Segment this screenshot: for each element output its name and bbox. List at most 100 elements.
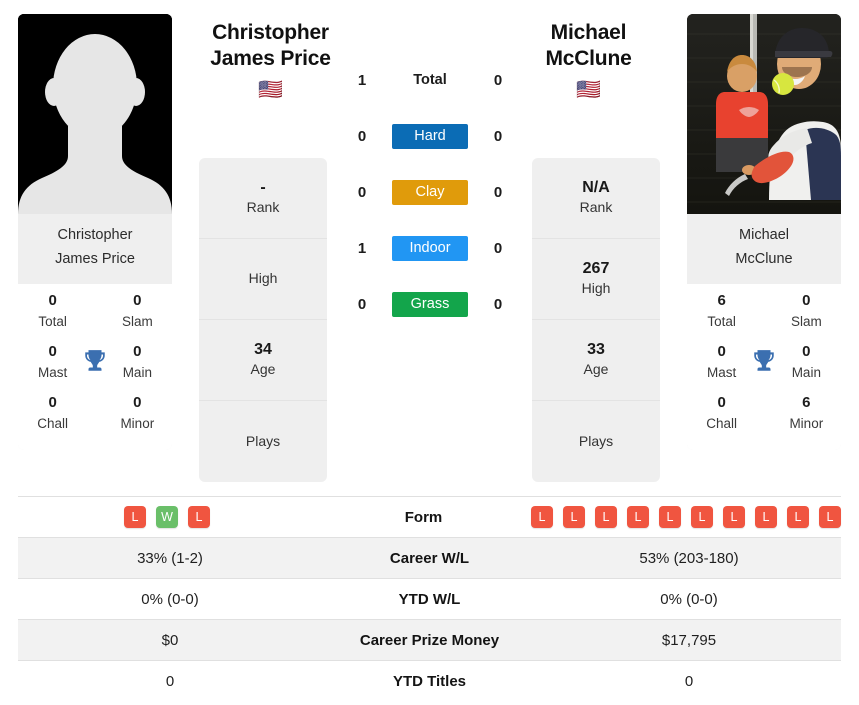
h2h-left-value: 1 bbox=[357, 71, 367, 89]
stats-value-left: $0 bbox=[161, 631, 179, 649]
title-label: Total bbox=[38, 313, 67, 329]
title-stat-main-right: 0 Main bbox=[780, 341, 833, 382]
titles-row: 0 Chall 0 Minor bbox=[18, 388, 172, 439]
h2h-right-value: 0 bbox=[493, 295, 503, 313]
comparison-header: Christopher James Price 0 Total 0 Slam 0… bbox=[0, 0, 859, 490]
h2h-surface-label-total: Total bbox=[413, 71, 447, 88]
title-value: 0 bbox=[133, 394, 142, 412]
player-name-line2-left: James Price bbox=[210, 46, 331, 70]
country-flag-icon-left: 🇺🇸 bbox=[258, 79, 283, 102]
player-card-right[interactable]: Michael McClune 6 Total 0 Slam 0 Mast 0 … bbox=[687, 14, 841, 450]
stats-value-right: $17,795 bbox=[661, 631, 717, 649]
player-card-left[interactable]: Christopher James Price 0 Total 0 Slam 0… bbox=[18, 14, 172, 450]
stats-value-left: 33% (1-2) bbox=[137, 549, 203, 567]
form-badge-win: W bbox=[156, 506, 178, 528]
stats-row-label: YTD W/L bbox=[398, 590, 461, 608]
stats-row-label: YTD Titles bbox=[392, 673, 467, 690]
stat-label: Age bbox=[250, 361, 276, 378]
stat-label: Age bbox=[583, 361, 609, 378]
title-value: 0 bbox=[717, 343, 726, 361]
h2h-row-grass: 0 Grass 0 bbox=[340, 276, 520, 332]
form-badge-loss: L bbox=[691, 506, 713, 528]
title-value: 0 bbox=[802, 343, 811, 361]
h2h-row-hard: 0 Hard 0 bbox=[340, 108, 520, 164]
player-name-left[interactable]: Christopher James Price bbox=[178, 20, 363, 71]
title-value: 0 bbox=[802, 291, 811, 309]
stat-plays-right: Plays bbox=[532, 401, 660, 482]
title-value: 6 bbox=[717, 291, 726, 309]
title-label: Slam bbox=[790, 313, 822, 329]
title-label: Mast bbox=[38, 364, 68, 380]
stat-age-right: 33 Age bbox=[532, 320, 660, 401]
title-label: Main bbox=[791, 364, 821, 380]
h2h-right-value: 0 bbox=[493, 239, 503, 257]
stat-value: 33 bbox=[587, 341, 605, 359]
h2h-surface-label-indoor: Indoor bbox=[392, 235, 468, 261]
title-stat-minor-left: 0 Minor bbox=[111, 392, 164, 433]
titles-row: 6 Total 0 Slam bbox=[687, 286, 841, 337]
player-name-block-left: Christopher James Price 🇺🇸 bbox=[178, 20, 363, 100]
form-badge-loss: L bbox=[787, 506, 809, 528]
player-name-line1-right: Michael bbox=[550, 21, 627, 44]
player-name-right[interactable]: Michael McClune bbox=[496, 20, 681, 71]
form-badge-loss: L bbox=[563, 506, 585, 528]
h2h-row-total: 1 Total 0 bbox=[340, 52, 520, 108]
form-badge-loss: L bbox=[627, 506, 649, 528]
country-flag-icon-right: 🇺🇸 bbox=[576, 79, 601, 102]
stat-label: High bbox=[248, 270, 278, 287]
title-label: Main bbox=[122, 364, 152, 380]
stat-label: Rank bbox=[579, 199, 613, 216]
h2h-left-value: 0 bbox=[357, 183, 367, 201]
title-stat-mast-right: 0 Mast bbox=[695, 341, 748, 382]
form-badge-loss: L bbox=[188, 506, 210, 528]
title-label: Minor bbox=[789, 416, 824, 432]
form-badge-loss: L bbox=[659, 506, 681, 528]
form-badge-loss: L bbox=[723, 506, 745, 528]
player-name-line2-right: McClune bbox=[545, 46, 632, 70]
stats-row-label: Career W/L bbox=[389, 549, 470, 567]
stats-row-ytd-titles: 0 YTD Titles 0 bbox=[18, 661, 841, 702]
form-badge-loss: L bbox=[595, 506, 617, 528]
player-stat-card-right: N/A Rank 267 High 33 Age Plays bbox=[532, 158, 660, 482]
stat-age-left: 34 Age bbox=[199, 320, 327, 401]
stat-label: Plays bbox=[578, 432, 614, 449]
stat-plays-left: Plays bbox=[199, 401, 327, 482]
avatar-placeholder-icon bbox=[18, 14, 172, 214]
stat-value: N/A bbox=[582, 179, 610, 197]
title-value: 0 bbox=[133, 343, 142, 361]
h2h-surface-label-hard: Hard bbox=[392, 123, 468, 149]
title-stat-main-left: 0 Main bbox=[111, 341, 164, 382]
trophy-spacer bbox=[79, 290, 110, 297]
form-badge-loss: L bbox=[819, 506, 841, 528]
stat-rank-left: - Rank bbox=[199, 158, 327, 239]
stat-label: High bbox=[581, 280, 611, 297]
stats-row-label: Career Prize Money bbox=[359, 631, 500, 649]
title-value: 0 bbox=[717, 394, 726, 412]
player-name-block-right: Michael McClune 🇺🇸 bbox=[496, 20, 681, 100]
stat-label: Plays bbox=[245, 432, 281, 449]
h2h-left-value: 0 bbox=[357, 127, 367, 145]
player-photo-right bbox=[687, 14, 841, 214]
form-strip-right: LLLLLLLLLL bbox=[531, 506, 841, 528]
head-to-head-column: 1 Total 0 0 Hard 0 0 Clay 0 1 Indoor 0 0 bbox=[340, 52, 520, 332]
title-label: Total bbox=[707, 313, 736, 329]
player-stat-card-left: - Rank High 34 Age Plays bbox=[199, 158, 327, 482]
trophy-spacer bbox=[79, 392, 110, 399]
h2h-right-value: 0 bbox=[493, 127, 503, 145]
stats-value-right: 0% (0-0) bbox=[660, 590, 718, 608]
title-label: Chall bbox=[37, 416, 69, 432]
player-comparison-page: Christopher James Price 0 Total 0 Slam 0… bbox=[0, 0, 859, 705]
h2h-left-value: 0 bbox=[357, 295, 367, 313]
photo-caption-line1-left: Christopher bbox=[57, 227, 133, 243]
player-photo-caption-left: Christopher James Price bbox=[18, 214, 172, 284]
stat-value: 267 bbox=[582, 260, 610, 278]
title-label: Minor bbox=[120, 416, 155, 432]
stat-high-right: 267 High bbox=[532, 239, 660, 320]
title-value: 0 bbox=[133, 291, 142, 309]
title-value: 0 bbox=[48, 291, 57, 309]
title-label: Mast bbox=[707, 364, 737, 380]
photo-caption-line2-left: James Price bbox=[55, 250, 135, 267]
stat-high-left: High bbox=[199, 239, 327, 320]
stats-value-left: 0% (0-0) bbox=[141, 590, 199, 608]
photo-caption-line2-right: McClune bbox=[735, 250, 793, 267]
